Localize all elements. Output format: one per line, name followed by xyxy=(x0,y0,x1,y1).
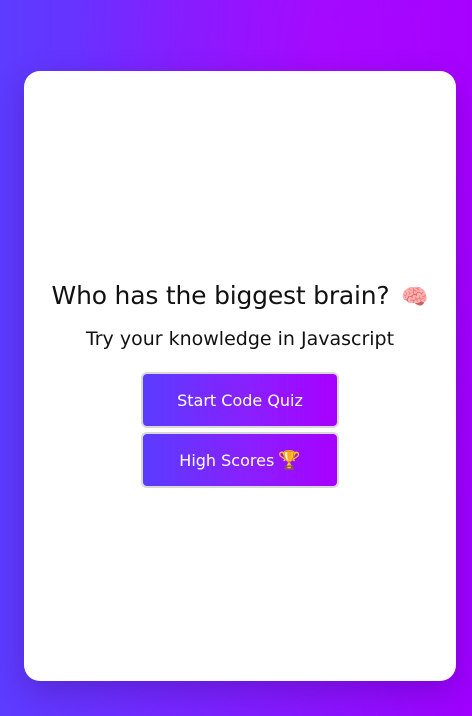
brain-icon: 🧠 xyxy=(401,285,429,310)
button-group: Start Code Quiz High Scores 🏆 xyxy=(141,372,339,488)
page-subtitle: Try your knowledge in Javascript xyxy=(85,328,395,350)
page-title-text: Who has the biggest brain? xyxy=(51,281,390,310)
high-scores-button[interactable]: High Scores 🏆 xyxy=(141,432,339,488)
high-scores-label: High Scores xyxy=(179,450,275,470)
start-quiz-label: Start Code Quiz xyxy=(177,390,303,410)
trophy-icon: 🏆 xyxy=(278,449,301,471)
start-quiz-button[interactable]: Start Code Quiz xyxy=(141,372,339,428)
quiz-intro: Who has the biggest brain? 🧠 Try your kn… xyxy=(24,276,456,488)
main-card: Who has the biggest brain? 🧠 Try your kn… xyxy=(24,71,456,681)
page-title: Who has the biggest brain? 🧠 xyxy=(24,276,456,318)
